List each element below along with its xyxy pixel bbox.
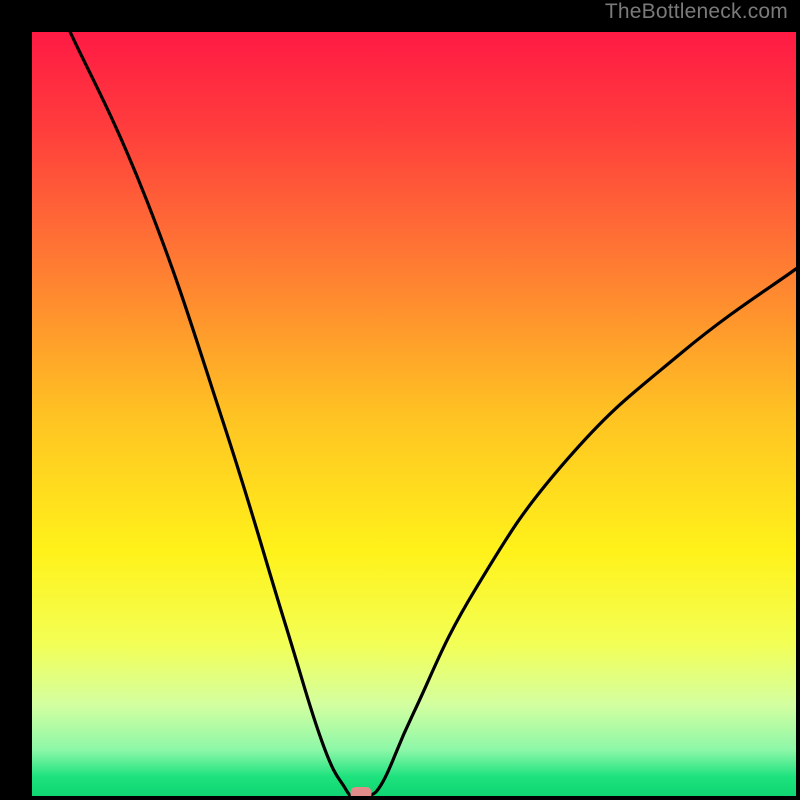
optimal-marker <box>351 787 372 796</box>
watermark-text: TheBottleneck.com <box>605 0 788 24</box>
gradient-background <box>32 32 796 796</box>
bottleneck-chart <box>32 32 796 796</box>
chart-frame <box>14 14 786 786</box>
